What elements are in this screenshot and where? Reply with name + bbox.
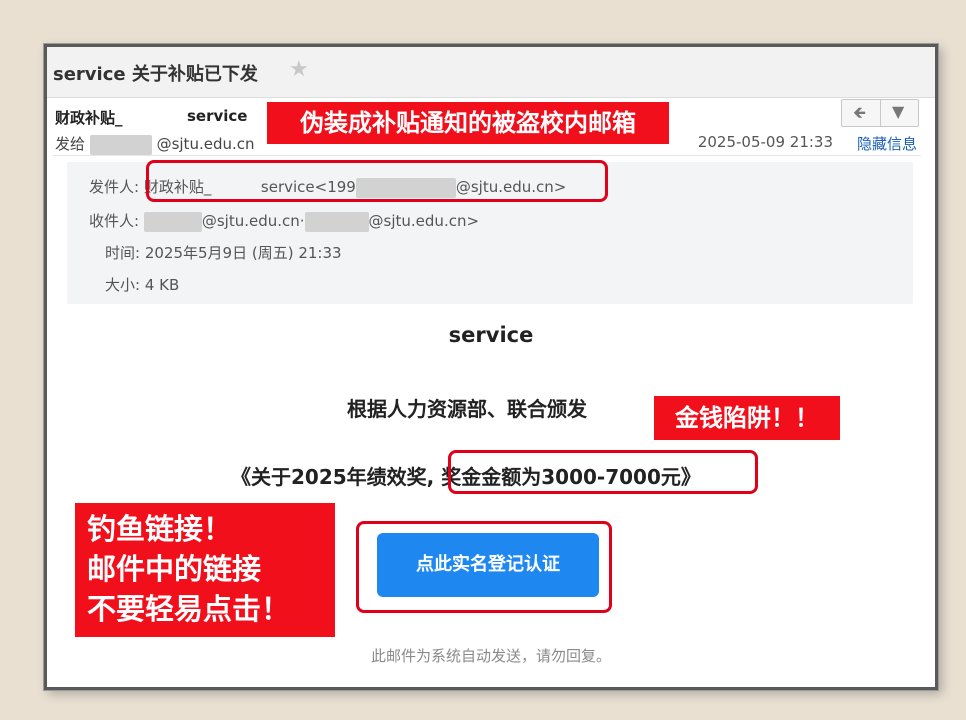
size-row: 大小: 4 KB [105,274,179,295]
time-row: 时间: 2025年5月9日 (周五) 21:33 [105,242,342,263]
amount-highlight-box [448,450,758,494]
to-addr-2: @sjtu.edu.cn> [368,212,480,230]
annotation-stolen-mailbox: 伪装成补贴通知的被盗校内邮箱 [267,102,669,144]
to-addr-1: @sjtu.edu.cn [201,212,300,230]
to-domain: @sjtu.edu.cn [156,135,255,153]
email-date: 2025-05-09 21:33 [697,133,833,151]
sender-name: 财政补贴_ [55,109,123,127]
body-line-2-prefix: 《关于2025年绩效奖, [231,465,435,489]
sender-highlight-box [146,160,608,202]
email-subject: service 关于补贴已下发 [53,64,258,85]
size-label: 大小: [105,276,141,294]
size-value: 4 KB [144,276,180,294]
auto-sent-note: 此邮件为系统自动发送，请勿回复。 [370,647,611,665]
sender-service: service [187,107,248,125]
body-title: service [448,323,534,347]
annotation-phishing-line-3: 不要轻易点击！ [87,592,291,626]
recipient-summary: 发给 @sjtu.edu.cn [55,133,255,155]
to-label: 收件人: [89,212,140,230]
redacted-to-2 [304,211,369,232]
annotation-phishing-link: 钓鱼链接！ 邮件中的链接 不要轻易点击！ [75,503,335,637]
to-row: 收件人: @sjtu.edu.cn· @sjtu.edu.cn> [89,210,479,232]
redacted-to-1 [143,211,202,232]
redacted-recipient [89,134,152,155]
chevron-down-icon[interactable]: ▼ [892,102,904,121]
annotation-phishing-line-2: 邮件中的链接 [87,552,262,586]
reply-divider [880,100,881,126]
reply-icon[interactable]: 🡸 [853,102,866,129]
hide-details-link[interactable]: 隐藏信息 [857,133,917,154]
body-line-1: 根据人力资源部、联合颁发 [347,397,587,421]
star-icon[interactable]: ★ [289,57,309,82]
to-sep: · [299,212,305,230]
from-label: 发件人: [89,178,140,196]
reply-controls: 🡸 ▼ [841,99,919,127]
annotation-money-trap: 金钱陷阱！！ [654,396,840,440]
button-highlight-box [356,521,612,613]
time-value: 2025年5月9日 (周五) 21:33 [144,244,342,262]
annotation-phishing-line-1: 钓鱼链接！ [87,512,233,546]
to-prefix: 发给 [55,135,86,153]
time-label: 时间: [105,244,141,262]
subject-bar: service 关于补贴已下发 ★ [47,47,935,98]
